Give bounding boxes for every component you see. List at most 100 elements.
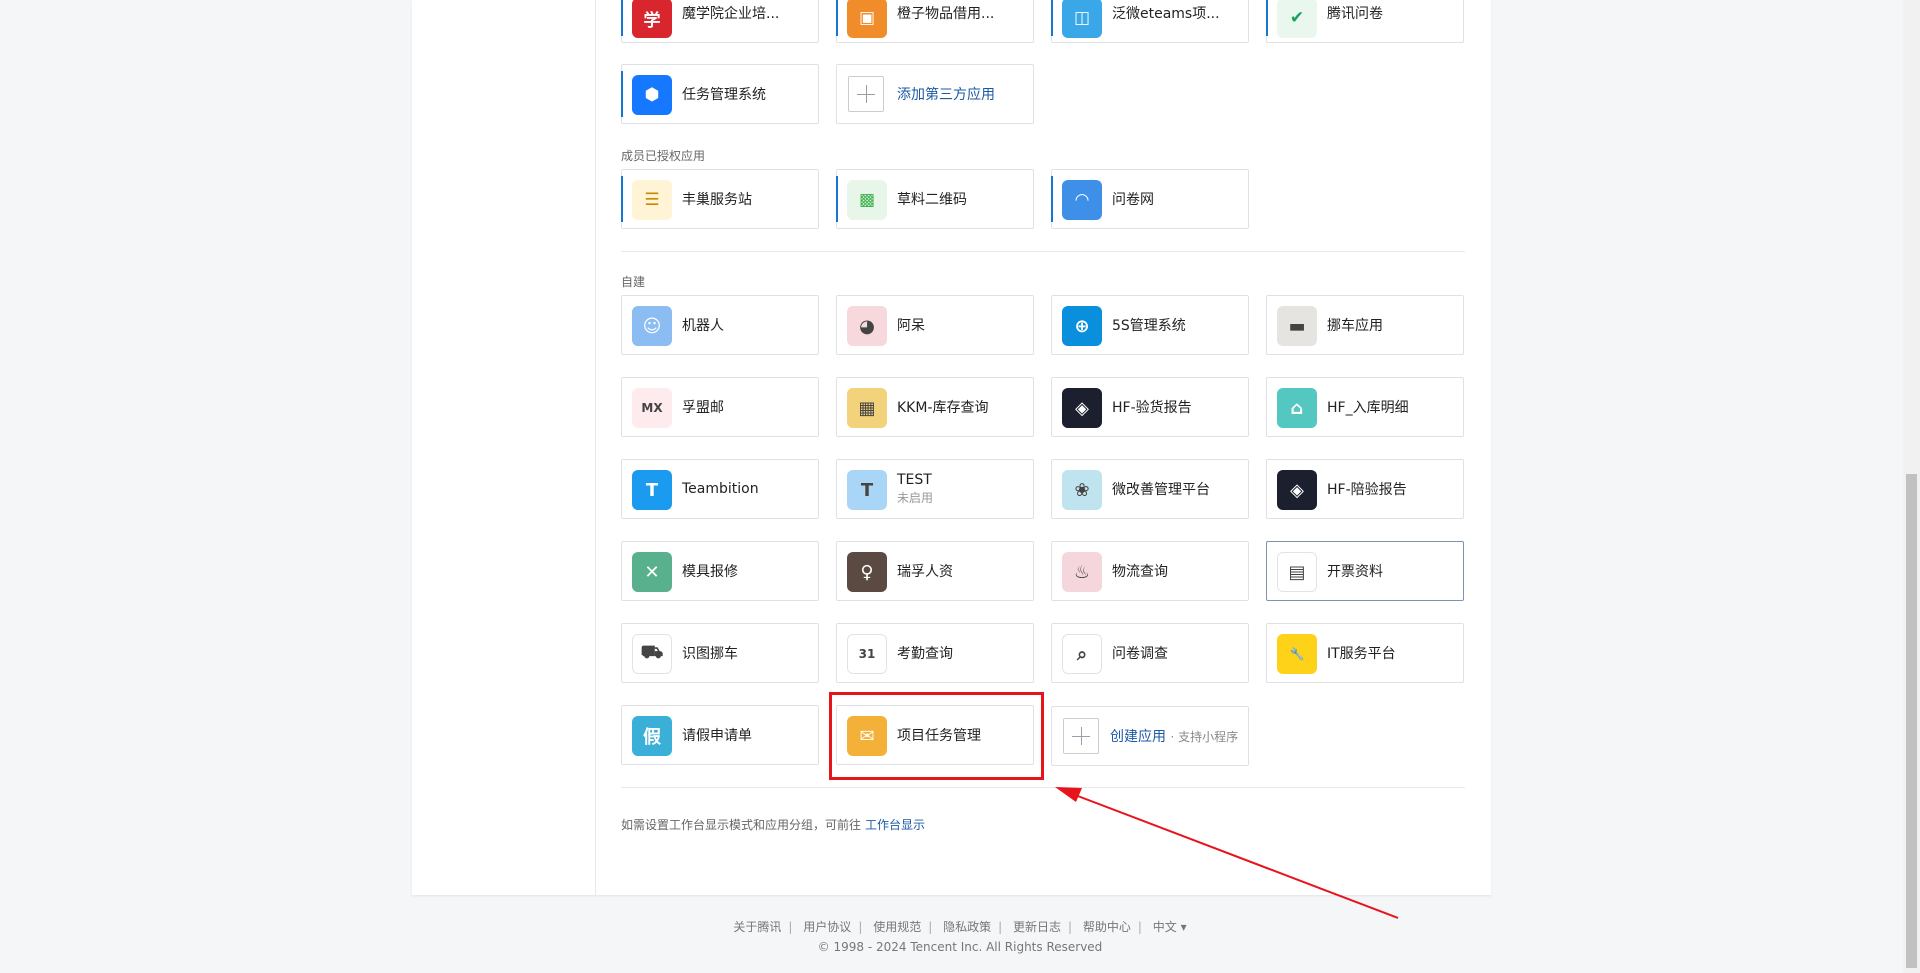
app-card[interactable]: 假请假申请单 (621, 705, 819, 765)
app-card[interactable]: ▬ 挪车应用 (1266, 295, 1464, 355)
add-third-party-label: 添加第三方应用 (897, 87, 995, 103)
app-card[interactable]: ⌂ HF_入库明细 (1266, 377, 1464, 437)
scrollbar[interactable] (1903, 0, 1920, 973)
footer-links: 关于腾讯 | 用户协议 | 使用规范 | 隐私政策 | 更新日志 | 帮助中心 | 中文 ▾ (733, 920, 1187, 934)
teambition-icon: T (632, 470, 672, 510)
bunny-icon: ◠ (1062, 180, 1102, 220)
plus-icon (1063, 718, 1099, 754)
chip-icon: ▦ (847, 388, 887, 428)
app-name: 请假申请单 (682, 728, 752, 744)
app-label: 问卷调查 (1112, 643, 1168, 663)
add-third-party-button[interactable]: 添加第三方应用 (836, 64, 1034, 124)
app-name: 模具报修 (682, 564, 738, 580)
app-card[interactable]: ▤ 开票资料 (1266, 541, 1464, 601)
app-card[interactable]: T TEST 未启用 (836, 459, 1034, 519)
scrollbar-thumb[interactable] (1906, 474, 1917, 968)
app-card-wenjuanwang[interactable]: ◠ 问卷网 (1051, 169, 1249, 229)
app-card[interactable]: ◈ HF-陪验报告 (1266, 459, 1464, 519)
app-card[interactable]: ❀ 微改善管理平台 (1051, 459, 1249, 519)
app-label: 识图挪车 (682, 643, 738, 663)
app-card[interactable]: ◈ HF-验货报告 (1051, 377, 1249, 437)
car-scan-icon: ⛟ (632, 634, 672, 674)
app-name: 问卷调查 (1112, 646, 1168, 662)
create-app-label: 创建应用 · 支持小程序 (1110, 726, 1238, 746)
app-name: IT服务平台 (1327, 646, 1396, 662)
section-divider (621, 251, 1465, 252)
app-card[interactable]: ▦ KKM-库存查询 (836, 377, 1034, 437)
app-label: TEST 未启用 (897, 472, 933, 506)
app-name: 考勤查询 (897, 646, 953, 662)
create-app-button[interactable]: 创建应用 · 支持小程序 (1051, 706, 1249, 766)
copyright: © 1998 - 2024 Tencent Inc. All Rights Re… (817, 940, 1103, 954)
app-card[interactable]: ⌕ 问卷调查 (1051, 623, 1249, 683)
app-label: 魔学院企业培... (682, 6, 780, 22)
app-card[interactable]: ☺ 机器人 (621, 295, 819, 355)
create-app-link[interactable]: 创建应用 (1110, 729, 1166, 745)
app-name: TEST (897, 472, 932, 488)
app-label: 物流查询 (1112, 561, 1168, 581)
app-card-eteams[interactable]: ◫ 泛微eteams项... (1051, 0, 1249, 43)
footer-link-privacy[interactable]: 隐私政策 (943, 920, 991, 934)
app-name: 5S管理系统 (1112, 318, 1186, 334)
app-label: Teambition (682, 481, 759, 497)
app-label: 瑞孚人资 (897, 561, 953, 581)
doc-search-icon: ⌕ (1062, 634, 1102, 674)
app-label: 阿呆 (897, 315, 925, 335)
app-label: KKM-库存查询 (897, 397, 989, 417)
fumeng-icon: MX (632, 388, 672, 428)
app-label: 模具报修 (682, 561, 738, 581)
app-label: 开票资料 (1327, 561, 1383, 581)
footer-link-changelog[interactable]: 更新日志 (1013, 920, 1061, 934)
app-card-mxy[interactable]: 学 魔学院企业培... (621, 0, 819, 43)
app-card[interactable]: ♨ 物流查询 (1051, 541, 1249, 601)
tools-icon: ✕ (632, 552, 672, 592)
app-card[interactable]: ◕ 阿呆 (836, 295, 1034, 355)
footer-link-agreement[interactable]: 用户协议 (803, 920, 851, 934)
app-name: 阿呆 (897, 318, 925, 334)
app-label: 橙子物品借用... (897, 6, 995, 22)
app-card[interactable]: ⛟ 识图挪车 (621, 623, 819, 683)
app-card[interactable]: ✕ 模具报修 (621, 541, 819, 601)
app-card-orange-borrow[interactable]: ▣ 橙子物品借用... (836, 0, 1034, 43)
workbench-display-link[interactable]: 工作台显示 (865, 818, 925, 832)
check-icon: ✔ (1277, 0, 1317, 38)
dropbox-icon: ◈ (1062, 388, 1102, 428)
footer-link-about[interactable]: 关于腾讯 (733, 920, 781, 934)
app-label: 孚盟邮 (682, 397, 724, 417)
app-name: KKM-库存查询 (897, 400, 989, 416)
sidebar (412, 0, 596, 895)
app-label: 丰巢服务站 (682, 192, 752, 208)
app-card[interactable]: ♀ 瑞孚人资 (836, 541, 1034, 601)
app-name: HF-陪验报告 (1327, 482, 1407, 498)
person-photo-icon: ♀ (847, 552, 887, 592)
app-name: HF-验货报告 (1112, 400, 1192, 416)
app-label: 草料二维码 (897, 192, 967, 208)
app-card[interactable]: ⊕ 5S管理系统 (1051, 295, 1249, 355)
app-label: 微改善管理平台 (1112, 479, 1210, 499)
home-icon: ⌂ (1277, 388, 1317, 428)
app-name: 物流查询 (1112, 564, 1168, 580)
bottle-icon: ♨ (1062, 552, 1102, 592)
footer-link-rules[interactable]: 使用规范 (873, 920, 921, 934)
app-card[interactable]: 🔧 IT服务平台 (1266, 623, 1464, 683)
app-card-task-manager[interactable]: ⬢ 任务管理系统 (621, 64, 819, 124)
hive-icon: ☰ (632, 180, 672, 220)
app-name: 开票资料 (1327, 564, 1383, 580)
app-card-fengchao[interactable]: ☰ 丰巢服务站 (621, 169, 819, 229)
create-app-hint: · 支持小程序 (1170, 730, 1239, 744)
mxy-icon: 学 (632, 0, 672, 38)
cube-icon: ⬢ (632, 75, 672, 115)
footer-link-help[interactable]: 帮助中心 (1083, 920, 1131, 934)
app-card-tencent-survey[interactable]: ✔ 腾讯问卷 (1266, 0, 1464, 43)
teambition-disabled-icon: T (847, 470, 887, 510)
app-label: 5S管理系统 (1112, 315, 1186, 335)
app-card-caoliao[interactable]: ▩ 草料二维码 (836, 169, 1034, 229)
dropbox-icon: ◈ (1277, 470, 1317, 510)
app-label: 请假申请单 (682, 725, 752, 745)
app-card[interactable]: MX 孚盟邮 (621, 377, 819, 437)
app-label: 腾讯问卷 (1327, 6, 1383, 22)
language-selector[interactable]: 中文 ▾ (1153, 920, 1187, 934)
app-card[interactable]: 31 考勤查询 (836, 623, 1034, 683)
app-card[interactable]: T Teambition (621, 459, 819, 519)
app-name: HF_入库明细 (1327, 400, 1409, 416)
